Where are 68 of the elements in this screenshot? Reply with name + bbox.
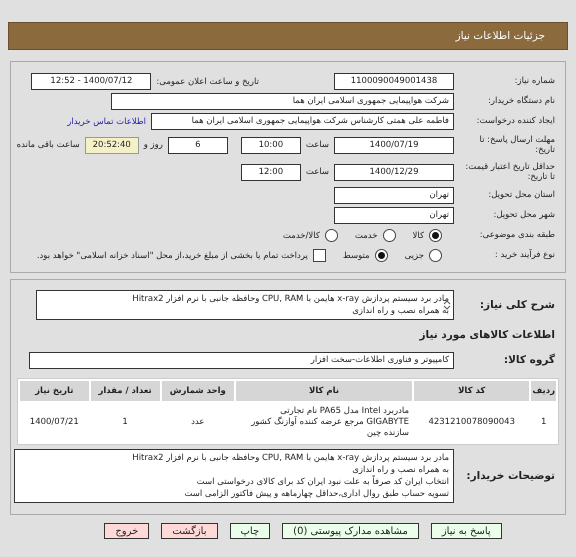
checkbox[interactable] bbox=[312, 249, 326, 262]
table-cell-text: 1 bbox=[540, 416, 548, 429]
checkbox-label: پرداخت تمام یا بخشی از مبلغ خرید،از محل "اسناد خزانه اسلامی" خواهد بود. bbox=[36, 250, 308, 260]
deadline-time-field: 10:00 bbox=[240, 136, 301, 154]
field-label: شماره نیاز: bbox=[514, 76, 556, 87]
action-button[interactable]: خروج bbox=[104, 523, 150, 539]
notes-line: مادر برد سیستم پردازش x-ray هایمن با CPU, RAM وحافظه جانبی با نرم افزار Hitrax2 bbox=[131, 452, 449, 464]
contact-link[interactable]: اطلاعات تماس خریدار bbox=[67, 116, 146, 126]
radio-button[interactable] bbox=[374, 249, 388, 262]
radio-button[interactable] bbox=[382, 229, 396, 242]
deadline-date-field: 1400/07/19 bbox=[334, 136, 454, 154]
announce-date-field: 1400/07/12 - 12:52 bbox=[31, 73, 152, 90]
column-header: نام کالا bbox=[236, 381, 412, 401]
column-header: کد کالا bbox=[414, 381, 530, 401]
field-label: مهلت ارسال پاسخ: تا تاریخ: bbox=[478, 134, 556, 156]
table-cell-text: 1400/07/21 bbox=[28, 416, 80, 429]
field-label: نام دستگاه خریدار: bbox=[487, 96, 556, 107]
section-title: اطلاعات کالاهای مورد نیاز bbox=[418, 328, 556, 343]
radio-label: خدمت bbox=[354, 230, 378, 240]
field-label: استان محل تحویل: bbox=[487, 190, 556, 201]
notes-line: انتخاب ایران کد صرفاً به علت نبود ایران کد برای کالای درخواستی است bbox=[196, 476, 449, 488]
column-header: ردیف bbox=[531, 381, 556, 401]
validity-date-field: 1400/12/29 bbox=[334, 164, 454, 180]
radio-label: کالا/خدمت bbox=[282, 230, 320, 240]
column-header: تعداد / مقدار bbox=[90, 381, 160, 401]
goods-group-field: کامپیوتر و فناوری اطلاعات-سخت افزار bbox=[29, 352, 454, 369]
radio-button[interactable] bbox=[429, 249, 442, 262]
notes-line: تسویه حساب طبق روال اداری،حداقل چهارماهه و پیش فاکتور الزامی است bbox=[183, 488, 449, 500]
field-label: طبقه بندی موضوعی: bbox=[478, 230, 556, 241]
field-label: نوع فرآیند خرید : bbox=[494, 250, 556, 261]
field-label: حداقل تاریخ اعتبار قیمت: تا تاریخ: bbox=[464, 162, 556, 182]
table-cell-text: 1 bbox=[121, 416, 129, 429]
field-label: شهر محل تحویل: bbox=[492, 210, 556, 221]
need-number-field: 1100090049001438 bbox=[334, 73, 454, 90]
action-button[interactable]: مشاهده مدارک پیوستی (0) bbox=[282, 523, 419, 539]
field-label: گروه کالا: bbox=[502, 354, 556, 367]
field-label: ایجاد کننده درخواست: bbox=[476, 116, 556, 127]
radio-label: جزیی bbox=[404, 250, 424, 260]
buyer-org-field: شرکت هواپیمایی جمهوری اسلامی ایران هما bbox=[111, 93, 454, 110]
action-button[interactable]: پاسخ به نیاز bbox=[430, 523, 502, 539]
notes-line: به همراه نصب و راه اندازی bbox=[351, 464, 449, 475]
column-header: تاریخ نیاز bbox=[20, 381, 89, 401]
radio-button[interactable] bbox=[324, 229, 338, 242]
radio-label: متوسط bbox=[342, 250, 370, 260]
table-cell-text: مادربرد Intel مدل PA65 نام تجارتی GIGABYTE مرجع عرضه کننده آوازنگ کشور سازنده چین bbox=[250, 405, 410, 440]
table-cell-text: عدد bbox=[190, 416, 206, 429]
requester-field: فاطمه علی همتی کارشناس شرکت هواپیمایی جمهوری اسلامی ایران هما bbox=[151, 113, 454, 130]
field-label: ساعت bbox=[306, 140, 329, 150]
action-button[interactable]: چاپ bbox=[230, 523, 270, 539]
days-field: 6 bbox=[168, 136, 228, 154]
radio-label: کالا bbox=[412, 230, 424, 240]
field-label: روز و bbox=[144, 140, 163, 150]
description-line: به همراه نصب و راه اندازی bbox=[351, 305, 449, 317]
action-button[interactable]: بازگشت bbox=[161, 523, 218, 539]
field-label: ساعت باقی مانده bbox=[16, 140, 80, 150]
city-field: تهران bbox=[334, 207, 454, 224]
table-cell-text: 4231210078090043 bbox=[427, 416, 516, 429]
description-line: مادر برد سیستم پردازش x-ray هایمن با CPU, RAM وحافظه جانبی با نرم افزار Hitrax2 bbox=[131, 293, 449, 305]
field-label: توضیحات خریدار: bbox=[465, 470, 556, 482]
page-title: جزئیات اطلاعات نیاز bbox=[456, 30, 545, 42]
province-field: تهران bbox=[334, 187, 454, 204]
field-label: ساعت bbox=[306, 167, 329, 177]
column-header: واحد شمارش bbox=[162, 381, 234, 401]
validity-time-field: 12:00 bbox=[240, 164, 301, 180]
remaining-time-field: 20:52:40 bbox=[84, 136, 139, 154]
field-label: شرح کلی نیاز: bbox=[478, 298, 556, 312]
radio-button[interactable] bbox=[429, 229, 442, 242]
field-label: تاریخ و ساعت اعلان عمومی: bbox=[156, 76, 259, 86]
